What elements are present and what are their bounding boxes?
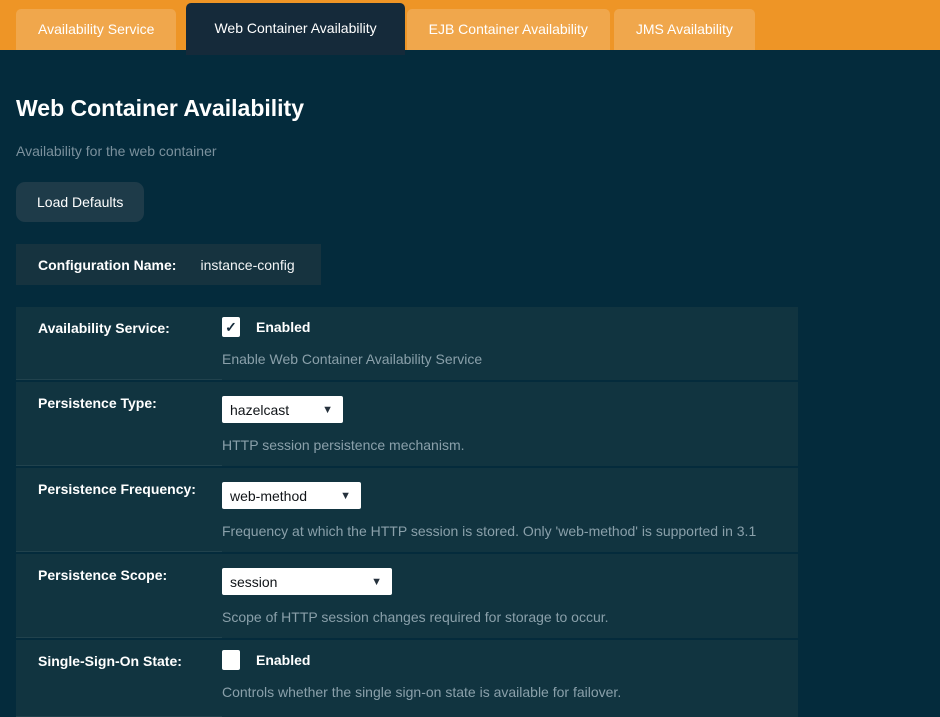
checkbox-line: ✓ Enabled <box>222 317 784 337</box>
persistence-type-select[interactable]: hazelcast ▼ <box>222 396 343 423</box>
persistence-type-label: Persistence Type: <box>16 382 222 466</box>
chevron-down-icon: ▼ <box>340 490 351 502</box>
persistence-scope-select[interactable]: session ▼ <box>222 568 392 595</box>
configuration-name-value: instance-config <box>200 257 294 273</box>
main-content: Web Container Availability Availability … <box>0 94 940 717</box>
configuration-name-bar: Configuration Name: instance-config <box>16 244 321 285</box>
persistence-scope-content: session ▼ Scope of HTTP session changes … <box>222 554 798 638</box>
single-sign-on-state-content: Enabled Controls whether the single sign… <box>222 640 798 717</box>
availability-service-enabled-label: Enabled <box>256 319 310 335</box>
availability-service-label: Availability Service: <box>16 307 222 380</box>
page-title: Web Container Availability <box>16 94 924 122</box>
single-sign-on-state-checkbox[interactable] <box>222 650 240 670</box>
configuration-name-label: Configuration Name: <box>38 257 176 273</box>
form-row-persistence-type: Persistence Type: hazelcast ▼ HTTP sessi… <box>16 382 798 466</box>
persistence-frequency-select-value: web-method <box>230 488 307 504</box>
single-sign-on-state-label: Single-Sign-On State: <box>16 640 222 717</box>
persistence-frequency-select[interactable]: web-method ▼ <box>222 482 361 509</box>
tab-ejb-container-availability[interactable]: EJB Container Availability <box>407 9 610 50</box>
chevron-down-icon: ▼ <box>371 576 382 588</box>
tab-availability-service[interactable]: Availability Service <box>16 9 176 50</box>
availability-service-checkbox[interactable]: ✓ <box>222 317 240 337</box>
availability-form: Availability Service: ✓ Enabled Enable W… <box>16 307 798 717</box>
checkbox-line: Enabled <box>222 650 784 670</box>
single-sign-on-state-help-text: Controls whether the single sign-on stat… <box>222 684 784 701</box>
load-defaults-button[interactable]: Load Defaults <box>16 182 144 222</box>
persistence-type-content: hazelcast ▼ HTTP session persistence mec… <box>222 382 798 466</box>
page-subtitle: Availability for the web container <box>16 143 924 160</box>
form-row-persistence-scope: Persistence Scope: session ▼ Scope of HT… <box>16 554 798 638</box>
persistence-frequency-help-text: Frequency at which the HTTP session is s… <box>222 523 784 540</box>
persistence-type-help-text: HTTP session persistence mechanism. <box>222 437 784 454</box>
persistence-frequency-content: web-method ▼ Frequency at which the HTTP… <box>222 468 798 552</box>
chevron-down-icon: ▼ <box>322 404 333 416</box>
single-sign-on-state-enabled-label: Enabled <box>256 652 310 668</box>
persistence-scope-label: Persistence Scope: <box>16 554 222 638</box>
availability-service-help-text: Enable Web Container Availability Servic… <box>222 351 784 368</box>
persistence-type-select-value: hazelcast <box>230 402 289 418</box>
availability-service-content: ✓ Enabled Enable Web Container Availabil… <box>222 307 798 380</box>
tab-web-container-availability[interactable]: Web Container Availability <box>186 3 404 55</box>
form-row-availability-service: Availability Service: ✓ Enabled Enable W… <box>16 307 798 380</box>
tab-jms-availability[interactable]: JMS Availability <box>614 9 755 50</box>
form-row-persistence-frequency: Persistence Frequency: web-method ▼ Freq… <box>16 468 798 552</box>
tab-bar: Availability Service Web Container Avail… <box>0 0 940 50</box>
persistence-frequency-label: Persistence Frequency: <box>16 468 222 552</box>
form-row-single-sign-on-state: Single-Sign-On State: Enabled Controls w… <box>16 640 798 717</box>
persistence-scope-help-text: Scope of HTTP session changes required f… <box>222 609 784 626</box>
persistence-scope-select-value: session <box>230 574 277 590</box>
